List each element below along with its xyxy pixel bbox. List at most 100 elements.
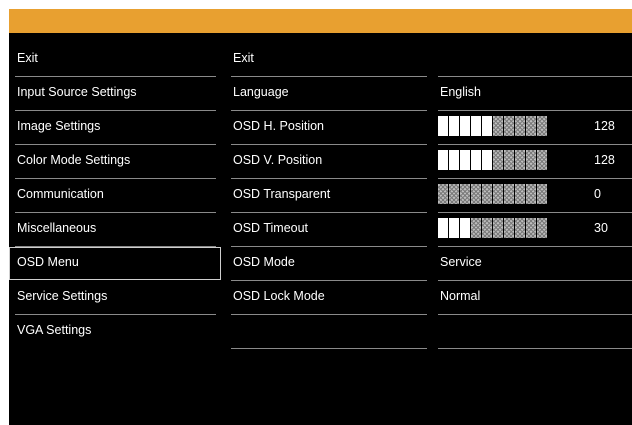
slider-segment-empty [493, 150, 503, 170]
menu-item-vga-settings[interactable]: VGA Settings [9, 315, 216, 349]
menu-item-label: Input Source Settings [17, 85, 137, 99]
slider-segment-empty [493, 116, 503, 136]
slider-segment-empty [482, 184, 492, 204]
divider [438, 348, 632, 349]
v-position-value: 128 [594, 153, 615, 167]
menu-item-service-settings[interactable]: Service Settings [9, 281, 216, 315]
slider-segment-empty [482, 218, 492, 238]
slider-segment-filled [438, 116, 448, 136]
menu-item-image-settings[interactable]: Image Settings [9, 111, 216, 145]
submenu-item-osd-mode[interactable]: OSD Mode [225, 247, 427, 281]
slider-segment-empty [537, 218, 547, 238]
slider-segment-empty [526, 184, 536, 204]
slider-segment-empty [515, 218, 525, 238]
slider-segment-empty [504, 184, 514, 204]
submenu-item-label: OSD Transparent [233, 187, 331, 201]
submenu-item-label: OSD Lock Mode [233, 289, 325, 303]
submenu-item-label: Language [233, 85, 289, 99]
slider-segment-empty [504, 150, 514, 170]
slider-segment-empty [526, 218, 536, 238]
submenu-item-osd-timeout[interactable]: OSD Timeout [225, 213, 427, 247]
slider-segment-empty [537, 150, 547, 170]
slider-segment-empty [504, 218, 514, 238]
value-row-osd-lock-mode[interactable]: Normal [438, 281, 632, 315]
divider [231, 348, 427, 349]
h-position-value: 128 [594, 119, 615, 133]
slider-segment-empty [515, 184, 525, 204]
submenu-item-label: OSD Timeout [233, 221, 309, 235]
value-row-transparent[interactable]: 0 [438, 179, 632, 213]
value-empty-row [438, 315, 632, 349]
slider-segment-empty [471, 218, 481, 238]
menu-item-label: Communication [17, 187, 104, 201]
transparent-slider[interactable] [438, 184, 547, 204]
slider-segment-filled [460, 150, 470, 170]
osd-mode-value: Service [440, 255, 482, 269]
transparent-value: 0 [594, 187, 601, 201]
main-menu-column: Exit Input Source Settings Image Setting… [9, 43, 221, 349]
slider-segment-filled [460, 218, 470, 238]
slider-segment-empty [537, 184, 547, 204]
submenu-item-osd-lock-mode[interactable]: OSD Lock Mode [225, 281, 427, 315]
slider-segment-filled [460, 116, 470, 136]
value-row-h-position[interactable]: 128 [438, 111, 632, 145]
menu-item-osd-menu[interactable]: OSD Menu [9, 247, 221, 281]
timeout-value: 30 [594, 221, 608, 235]
slider-segment-filled [449, 150, 459, 170]
value-row-timeout[interactable]: 30 [438, 213, 632, 247]
slider-segment-filled [482, 116, 492, 136]
timeout-slider[interactable] [438, 218, 547, 238]
slider-segment-filled [471, 150, 481, 170]
slider-segment-empty [515, 116, 525, 136]
value-column: English 128 128 0 30 Service Normal [438, 43, 632, 349]
osd-lock-mode-value: Normal [440, 289, 481, 303]
submenu-item-language[interactable]: Language [225, 77, 427, 111]
slider-segment-filled [471, 116, 481, 136]
menu-item-label: Exit [17, 51, 38, 65]
slider-segment-empty [537, 116, 547, 136]
submenu-item-label: Exit [233, 51, 254, 65]
value-row-v-position[interactable]: 128 [438, 145, 632, 179]
menu-item-label: VGA Settings [17, 323, 92, 337]
slider-segment-empty [493, 184, 503, 204]
slider-segment-filled [438, 150, 448, 170]
slider-segment-empty [504, 116, 514, 136]
menu-item-miscellaneous[interactable]: Miscellaneous [9, 213, 216, 247]
slider-segment-filled [482, 150, 492, 170]
slider-segment-empty [449, 184, 459, 204]
slider-segment-empty [438, 184, 448, 204]
submenu-item-exit[interactable]: Exit [225, 43, 427, 77]
value-row-language[interactable]: English [438, 77, 632, 111]
osd-submenu-column: Exit Language OSD H. Position OSD V. Pos… [225, 43, 427, 349]
menu-item-input-source-settings[interactable]: Input Source Settings [9, 77, 216, 111]
language-value: English [440, 85, 481, 99]
slider-segment-empty [526, 116, 536, 136]
slider-segment-empty [515, 150, 525, 170]
menu-item-color-mode-settings[interactable]: Color Mode Settings [9, 145, 216, 179]
osd-menu-screen: Exit Input Source Settings Image Setting… [9, 9, 632, 425]
submenu-item-label: OSD V. Position [233, 153, 323, 167]
menu-item-label: Image Settings [17, 119, 101, 133]
slider-segment-filled [449, 116, 459, 136]
slider-segment-empty [526, 150, 536, 170]
v-position-slider[interactable] [438, 150, 547, 170]
slider-segment-filled [449, 218, 459, 238]
menu-item-label: Miscellaneous [17, 221, 97, 235]
h-position-slider[interactable] [438, 116, 547, 136]
value-row-osd-mode[interactable]: Service [438, 247, 632, 281]
submenu-item-label: OSD H. Position [233, 119, 325, 133]
osd-header-bar [9, 9, 632, 33]
menu-item-label: Color Mode Settings [17, 153, 131, 167]
slider-segment-empty [471, 184, 481, 204]
menu-item-communication[interactable]: Communication [9, 179, 216, 213]
slider-segment-empty [493, 218, 503, 238]
menu-item-label: OSD Menu [17, 255, 79, 269]
submenu-item-osd-v-position[interactable]: OSD V. Position [225, 145, 427, 179]
slider-segment-empty [460, 184, 470, 204]
submenu-item-osd-h-position[interactable]: OSD H. Position [225, 111, 427, 145]
menu-item-exit[interactable]: Exit [9, 43, 216, 77]
slider-segment-filled [438, 218, 448, 238]
value-row-exit [438, 43, 632, 77]
submenu-item-label: OSD Mode [233, 255, 295, 269]
submenu-item-osd-transparent[interactable]: OSD Transparent [225, 179, 427, 213]
